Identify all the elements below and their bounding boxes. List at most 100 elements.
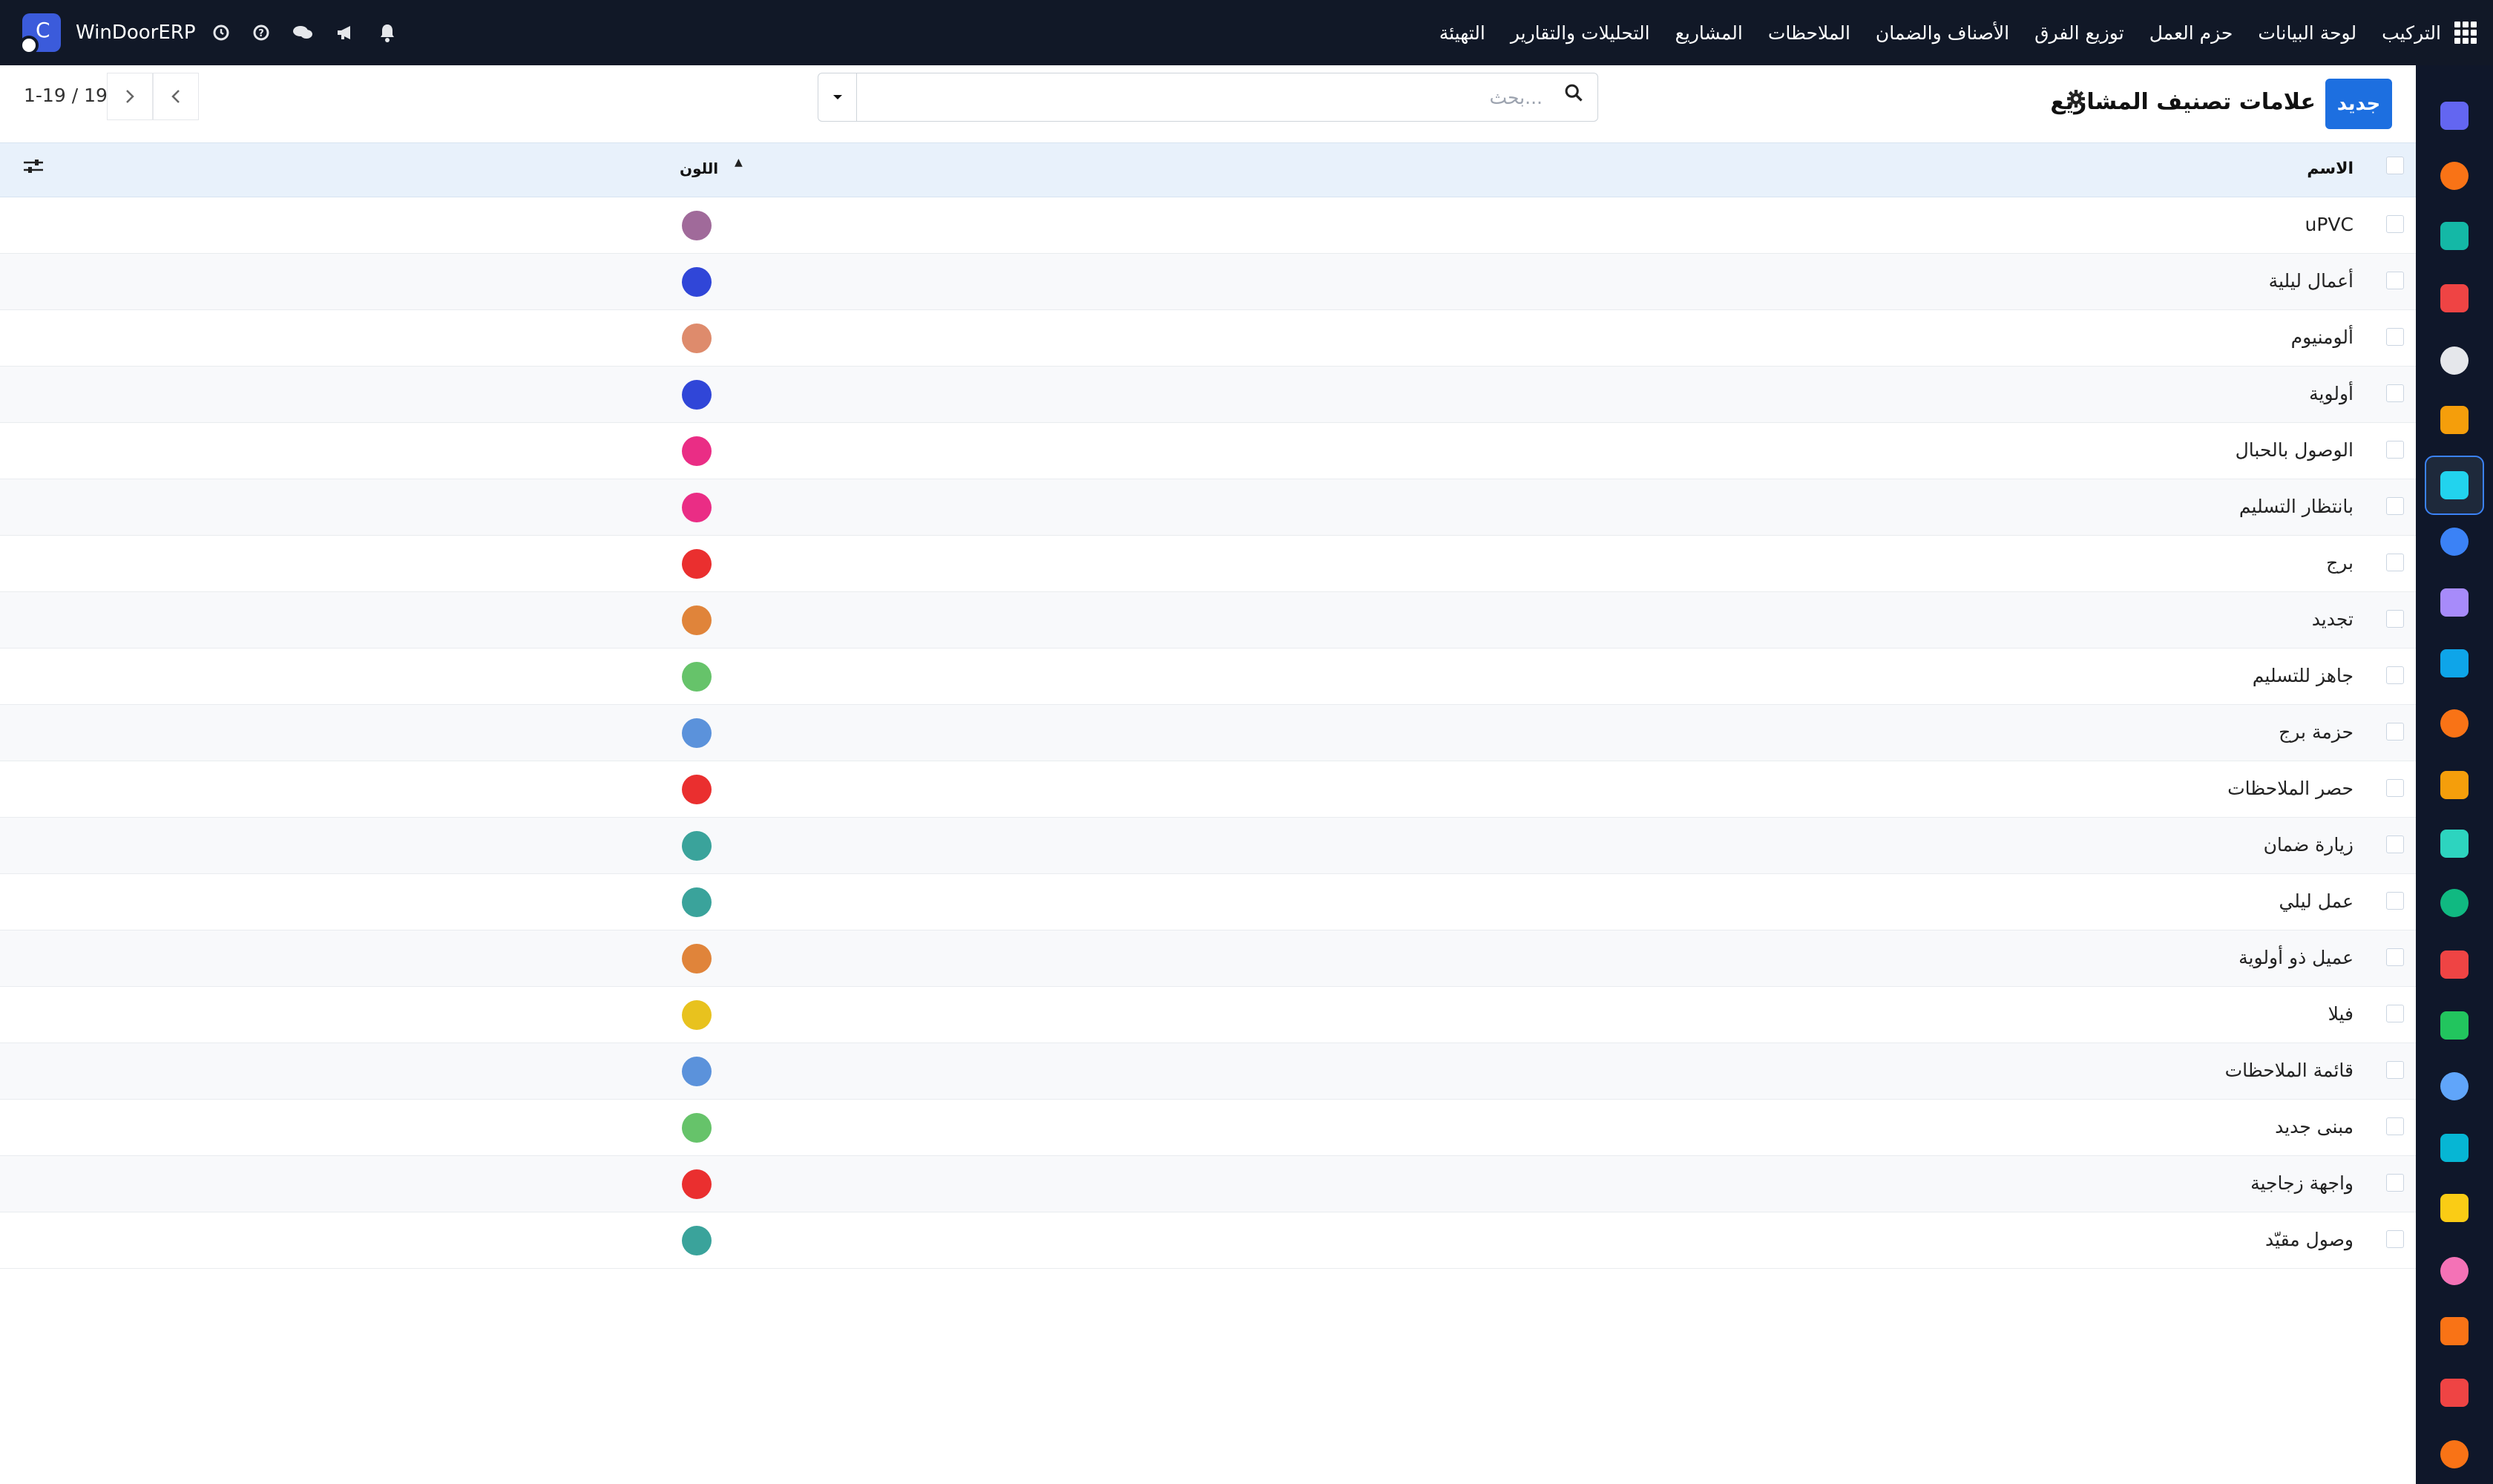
menu-projects[interactable]: المشاريع bbox=[1675, 22, 1743, 44]
tag-color-swatch bbox=[682, 1113, 712, 1143]
dock-app-discuss-app[interactable] bbox=[2435, 157, 2474, 195]
table-row[interactable]: uPVC bbox=[0, 197, 2416, 254]
table-row[interactable]: تجديد bbox=[0, 592, 2416, 649]
row-checkbox[interactable] bbox=[2386, 1117, 2404, 1135]
dock-app-apps-store[interactable] bbox=[2435, 1312, 2474, 1350]
top-navbar: C WinDoorERP ? التركيب لوحة البيانات حزم… bbox=[0, 0, 2493, 65]
row-checkbox[interactable] bbox=[2386, 1230, 2404, 1248]
search-icon[interactable] bbox=[1563, 82, 1584, 109]
table-row[interactable]: أعمال ليلية bbox=[0, 254, 2416, 310]
optional-columns-icon[interactable] bbox=[22, 157, 45, 181]
row-checkbox[interactable] bbox=[2386, 497, 2404, 515]
menu-notes[interactable]: الملاحظات bbox=[1768, 22, 1850, 44]
dock-app-invoicing-app[interactable] bbox=[2435, 644, 2474, 683]
menu-configuration[interactable]: التهيئة bbox=[1439, 22, 1485, 44]
row-checkbox[interactable] bbox=[2386, 328, 2404, 346]
app-switcher-grid-icon[interactable] bbox=[2454, 22, 2477, 44]
tag-name: الوصول بالحبال bbox=[2235, 439, 2354, 461]
dock-app-analytics-app[interactable] bbox=[2435, 1373, 2474, 1412]
announcement-icon[interactable] bbox=[335, 24, 356, 42]
clock-icon[interactable] bbox=[212, 24, 230, 42]
menu-dashboard[interactable]: لوحة البيانات bbox=[2258, 22, 2356, 44]
row-checkbox[interactable] bbox=[2386, 1174, 2404, 1192]
column-header-color[interactable]: اللون bbox=[680, 160, 718, 177]
row-checkbox[interactable] bbox=[2386, 1005, 2404, 1022]
new-button[interactable]: جديد bbox=[2325, 79, 2392, 129]
menu-installation[interactable]: التركيب bbox=[2382, 22, 2441, 44]
dock-app-purchase-app[interactable] bbox=[2435, 583, 2474, 622]
menu-work-packages[interactable]: حزم العمل bbox=[2149, 22, 2233, 44]
column-header-name[interactable]: الاسم bbox=[2307, 160, 2354, 178]
row-checkbox[interactable] bbox=[2386, 610, 2404, 628]
dock-app-sign-app[interactable] bbox=[2435, 824, 2474, 863]
dock-app-settings-app[interactable] bbox=[2435, 1435, 2474, 1474]
pager-range[interactable]: 1-19 bbox=[24, 85, 66, 106]
help-icon[interactable]: ? bbox=[252, 24, 270, 42]
row-checkbox[interactable] bbox=[2386, 835, 2404, 853]
table-row[interactable]: جاهز للتسليم bbox=[0, 649, 2416, 705]
table-row[interactable]: فيلا bbox=[0, 987, 2416, 1043]
table-row[interactable]: قائمة الملاحظات bbox=[0, 1043, 2416, 1100]
dock-app-calendar-app[interactable] bbox=[2435, 766, 2474, 804]
pager-previous-button[interactable] bbox=[153, 73, 199, 120]
menu-analytics-reports[interactable]: التحليلات والتقارير bbox=[1511, 22, 1650, 44]
dock-app-website-app[interactable] bbox=[2435, 1129, 2474, 1167]
menu-team-distribution[interactable]: توزيع الفرق bbox=[2034, 22, 2124, 44]
menu-items-warranty[interactable]: الأصناف والضمان bbox=[1876, 22, 2009, 44]
row-checkbox[interactable] bbox=[2386, 892, 2404, 910]
dock-app-mail-app[interactable] bbox=[2435, 96, 2474, 135]
dock-app-crm-app[interactable] bbox=[2435, 217, 2474, 255]
search-input[interactable]: بحث... bbox=[1490, 87, 1543, 108]
dock-app-reports-app[interactable] bbox=[2435, 279, 2474, 318]
svg-text:?: ? bbox=[258, 28, 264, 39]
dock-app-whatsapp-app[interactable] bbox=[2435, 1006, 2474, 1045]
main-menu: التركيب لوحة البيانات حزم العمل توزيع ال… bbox=[1414, 0, 2477, 65]
gear-icon[interactable] bbox=[2066, 89, 2086, 114]
row-checkbox[interactable] bbox=[2386, 666, 2404, 684]
pager-value[interactable]: 1-19 / 19 bbox=[24, 85, 108, 106]
tag-color-swatch bbox=[682, 831, 712, 861]
dock-app-project-app[interactable] bbox=[2425, 456, 2484, 515]
dock-app-employees-app[interactable] bbox=[2435, 704, 2474, 743]
messages-icon[interactable] bbox=[292, 24, 313, 42]
table-row[interactable]: عمل ليلي bbox=[0, 874, 2416, 930]
dock-app-telegram-app[interactable] bbox=[2435, 1189, 2474, 1227]
row-checkbox[interactable] bbox=[2386, 272, 2404, 289]
row-checkbox[interactable] bbox=[2386, 384, 2404, 402]
table-row[interactable]: بانتظار التسليم bbox=[0, 479, 2416, 536]
table-row[interactable]: عميل ذو أولوية bbox=[0, 930, 2416, 987]
table-row[interactable]: حزمة برج bbox=[0, 705, 2416, 761]
knowledge-app-icon bbox=[2440, 528, 2469, 556]
dock-app-contacts-app[interactable] bbox=[2435, 401, 2474, 439]
table-row[interactable]: الوصول بالحبال bbox=[0, 423, 2416, 479]
dock-app-timer-app[interactable] bbox=[2435, 1067, 2474, 1106]
table-row[interactable]: وصول مقيّد bbox=[0, 1212, 2416, 1269]
table-row[interactable]: واجهة زجاجية bbox=[0, 1156, 2416, 1212]
row-checkbox[interactable] bbox=[2386, 215, 2404, 233]
table-row[interactable]: مبنى جديد bbox=[0, 1100, 2416, 1156]
row-checkbox[interactable] bbox=[2386, 1061, 2404, 1079]
notifications-bell-icon[interactable] bbox=[378, 23, 396, 42]
search-options-toggle[interactable] bbox=[818, 73, 857, 121]
select-all-checkbox[interactable] bbox=[2386, 157, 2404, 174]
tag-color-swatch bbox=[682, 1000, 712, 1030]
row-checkbox[interactable] bbox=[2386, 948, 2404, 966]
row-checkbox[interactable] bbox=[2386, 554, 2404, 571]
chevron-left-icon bbox=[171, 90, 180, 103]
dock-app-directory-app[interactable] bbox=[2435, 884, 2474, 922]
row-checkbox[interactable] bbox=[2386, 441, 2404, 459]
row-checkbox[interactable] bbox=[2386, 779, 2404, 797]
table-row[interactable]: ألومنيوم bbox=[0, 310, 2416, 367]
company-logo-icon[interactable]: C bbox=[19, 13, 61, 55]
table-row[interactable]: برج bbox=[0, 536, 2416, 592]
company-name[interactable]: WinDoorERP bbox=[76, 22, 196, 44]
table-row[interactable]: حصر الملاحظات bbox=[0, 761, 2416, 818]
table-row[interactable]: زيارة ضمان bbox=[0, 818, 2416, 874]
dock-app-payments-app[interactable] bbox=[2435, 1252, 2474, 1290]
pager-next-button[interactable] bbox=[107, 73, 153, 120]
dock-app-inventory-app[interactable] bbox=[2435, 341, 2474, 380]
dock-app-dashboards-app[interactable] bbox=[2435, 945, 2474, 984]
table-row[interactable]: أولوية bbox=[0, 367, 2416, 423]
row-checkbox[interactable] bbox=[2386, 723, 2404, 741]
dock-app-knowledge-app[interactable] bbox=[2435, 522, 2474, 561]
